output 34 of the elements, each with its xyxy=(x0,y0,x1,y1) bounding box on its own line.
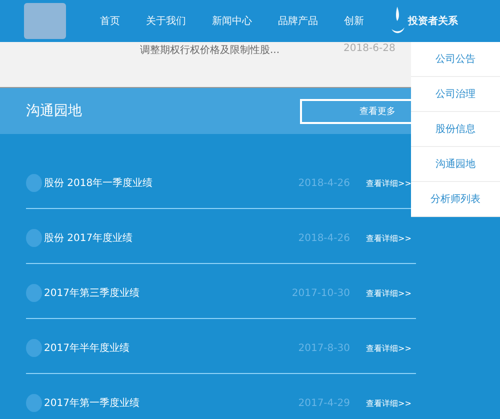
report-date: 2018-4-26 xyxy=(297,232,350,244)
circle-icon xyxy=(26,174,42,192)
report-title[interactable]: 2017年第三季度业绩 xyxy=(44,286,278,300)
circle-icon xyxy=(26,229,42,247)
dropdown-item[interactable]: 分析师列表 xyxy=(411,182,500,217)
report-date: 2017-10-30 xyxy=(290,288,350,298)
nav-link[interactable]: 新闻中心 xyxy=(212,4,252,38)
logo-placeholder xyxy=(24,3,66,39)
dropdown-item[interactable]: 公司治理 xyxy=(411,77,500,112)
details-link[interactable]: 查看详细>> xyxy=(366,288,416,298)
details-link[interactable]: 查看详细>> xyxy=(366,398,416,408)
report-date: 2018-4-26 xyxy=(297,178,350,188)
nav-link[interactable]: 创新 xyxy=(344,4,364,38)
section-title: 沟通园地 xyxy=(26,102,83,120)
report-title[interactable]: 2017年半年度业绩 xyxy=(44,341,278,355)
report-title[interactable]: 股份 2018年一季度业绩 xyxy=(44,176,278,190)
dropdown-item[interactable]: 股份信息 xyxy=(411,112,500,147)
dropdown-item[interactable]: 公司公告 xyxy=(411,42,500,77)
report-date: 2017-8-30 xyxy=(297,342,350,354)
news-date: 2018-6-28 xyxy=(344,43,396,54)
dropdown-item[interactable]: 沟通园地 xyxy=(411,147,500,182)
report-date: 2017-4-29 xyxy=(297,398,350,408)
nav-link[interactable]: 首页 xyxy=(100,4,120,38)
news-title[interactable]: 调整期权行权价格及限制性股... xyxy=(140,43,280,57)
details-link[interactable]: 查看详细>> xyxy=(366,342,416,354)
nav-link[interactable]: 品牌产品 xyxy=(278,4,318,38)
circle-icon xyxy=(26,284,42,302)
circle-icon xyxy=(26,339,42,357)
report-title[interactable]: 2017年第一季度业绩 xyxy=(44,396,278,410)
nav-link[interactable]: 投资者关系 xyxy=(390,4,458,38)
report-title[interactable]: 股份 2017年度业绩 xyxy=(44,231,278,245)
nav-link[interactable]: 关于我们 xyxy=(146,4,186,38)
details-link[interactable]: 查看详细>> xyxy=(366,232,416,244)
circle-icon xyxy=(26,394,42,412)
